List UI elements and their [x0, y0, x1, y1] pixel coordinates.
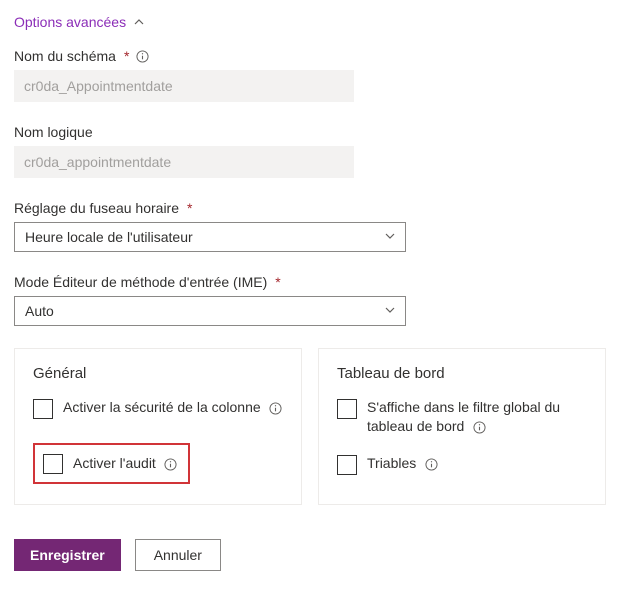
- ime-mode-label-text: Mode Éditeur de méthode d'entrée (IME): [14, 274, 267, 290]
- audit-highlight: Activer l'audit: [33, 443, 190, 484]
- form-actions: Enregistrer Annuler: [14, 539, 606, 571]
- required-asterisk: *: [124, 48, 129, 64]
- cancel-button[interactable]: Annuler: [135, 539, 221, 571]
- ime-mode-select[interactable]: Auto: [14, 296, 406, 326]
- column-security-label: Activer la sécurité de la colonne: [63, 399, 261, 415]
- dashboard-card: Tableau de bord S'affiche dans le filtre…: [318, 348, 606, 505]
- global-filter-label: S'affiche dans le filtre global du table…: [367, 399, 560, 434]
- info-icon[interactable]: [164, 457, 178, 471]
- sortable-option: Triables: [337, 454, 587, 475]
- ime-mode-value: Auto: [25, 303, 54, 319]
- schema-name-field: Nom du schéma *: [14, 48, 606, 102]
- timezone-value: Heure locale de l'utilisateur: [25, 229, 193, 245]
- audit-checkbox[interactable]: [43, 454, 63, 474]
- column-security-option: Activer la sécurité de la colonne: [33, 398, 283, 419]
- schema-name-input: [14, 70, 354, 102]
- audit-label: Activer l'audit: [73, 455, 156, 471]
- global-filter-option: S'affiche dans le filtre global du table…: [337, 398, 587, 436]
- column-security-checkbox[interactable]: [33, 399, 53, 419]
- timezone-select[interactable]: Heure locale de l'utilisateur: [14, 222, 406, 252]
- logical-name-label-text: Nom logique: [14, 124, 93, 140]
- timezone-label-text: Réglage du fuseau horaire: [14, 200, 179, 216]
- info-icon[interactable]: [135, 49, 149, 63]
- info-icon[interactable]: [269, 401, 283, 415]
- logical-name-input: [14, 146, 354, 178]
- sortable-checkbox[interactable]: [337, 455, 357, 475]
- info-icon[interactable]: [424, 457, 438, 471]
- global-filter-checkbox[interactable]: [337, 399, 357, 419]
- dashboard-card-title: Tableau de bord: [337, 365, 587, 382]
- options-cards-row: Général Activer la sécurité de la colonn…: [14, 348, 606, 505]
- general-card-title: Général: [33, 365, 283, 382]
- timezone-field: Réglage du fuseau horaire * Heure locale…: [14, 200, 606, 252]
- info-icon[interactable]: [472, 420, 486, 434]
- timezone-label: Réglage du fuseau horaire *: [14, 200, 606, 216]
- sortable-label: Triables: [367, 455, 416, 471]
- general-card: Général Activer la sécurité de la colonn…: [14, 348, 302, 505]
- required-asterisk: *: [187, 200, 192, 216]
- schema-name-label-text: Nom du schéma: [14, 48, 116, 64]
- chevron-up-icon: [132, 15, 146, 29]
- save-button[interactable]: Enregistrer: [14, 539, 121, 571]
- advanced-options-label: Options avancées: [14, 14, 126, 30]
- logical-name-field: Nom logique: [14, 124, 606, 178]
- ime-mode-label: Mode Éditeur de méthode d'entrée (IME) *: [14, 274, 606, 290]
- advanced-options-toggle[interactable]: Options avancées: [14, 14, 146, 30]
- ime-mode-field: Mode Éditeur de méthode d'entrée (IME) *…: [14, 274, 606, 326]
- logical-name-label: Nom logique: [14, 124, 606, 140]
- required-asterisk: *: [275, 274, 280, 290]
- schema-name-label: Nom du schéma *: [14, 48, 606, 64]
